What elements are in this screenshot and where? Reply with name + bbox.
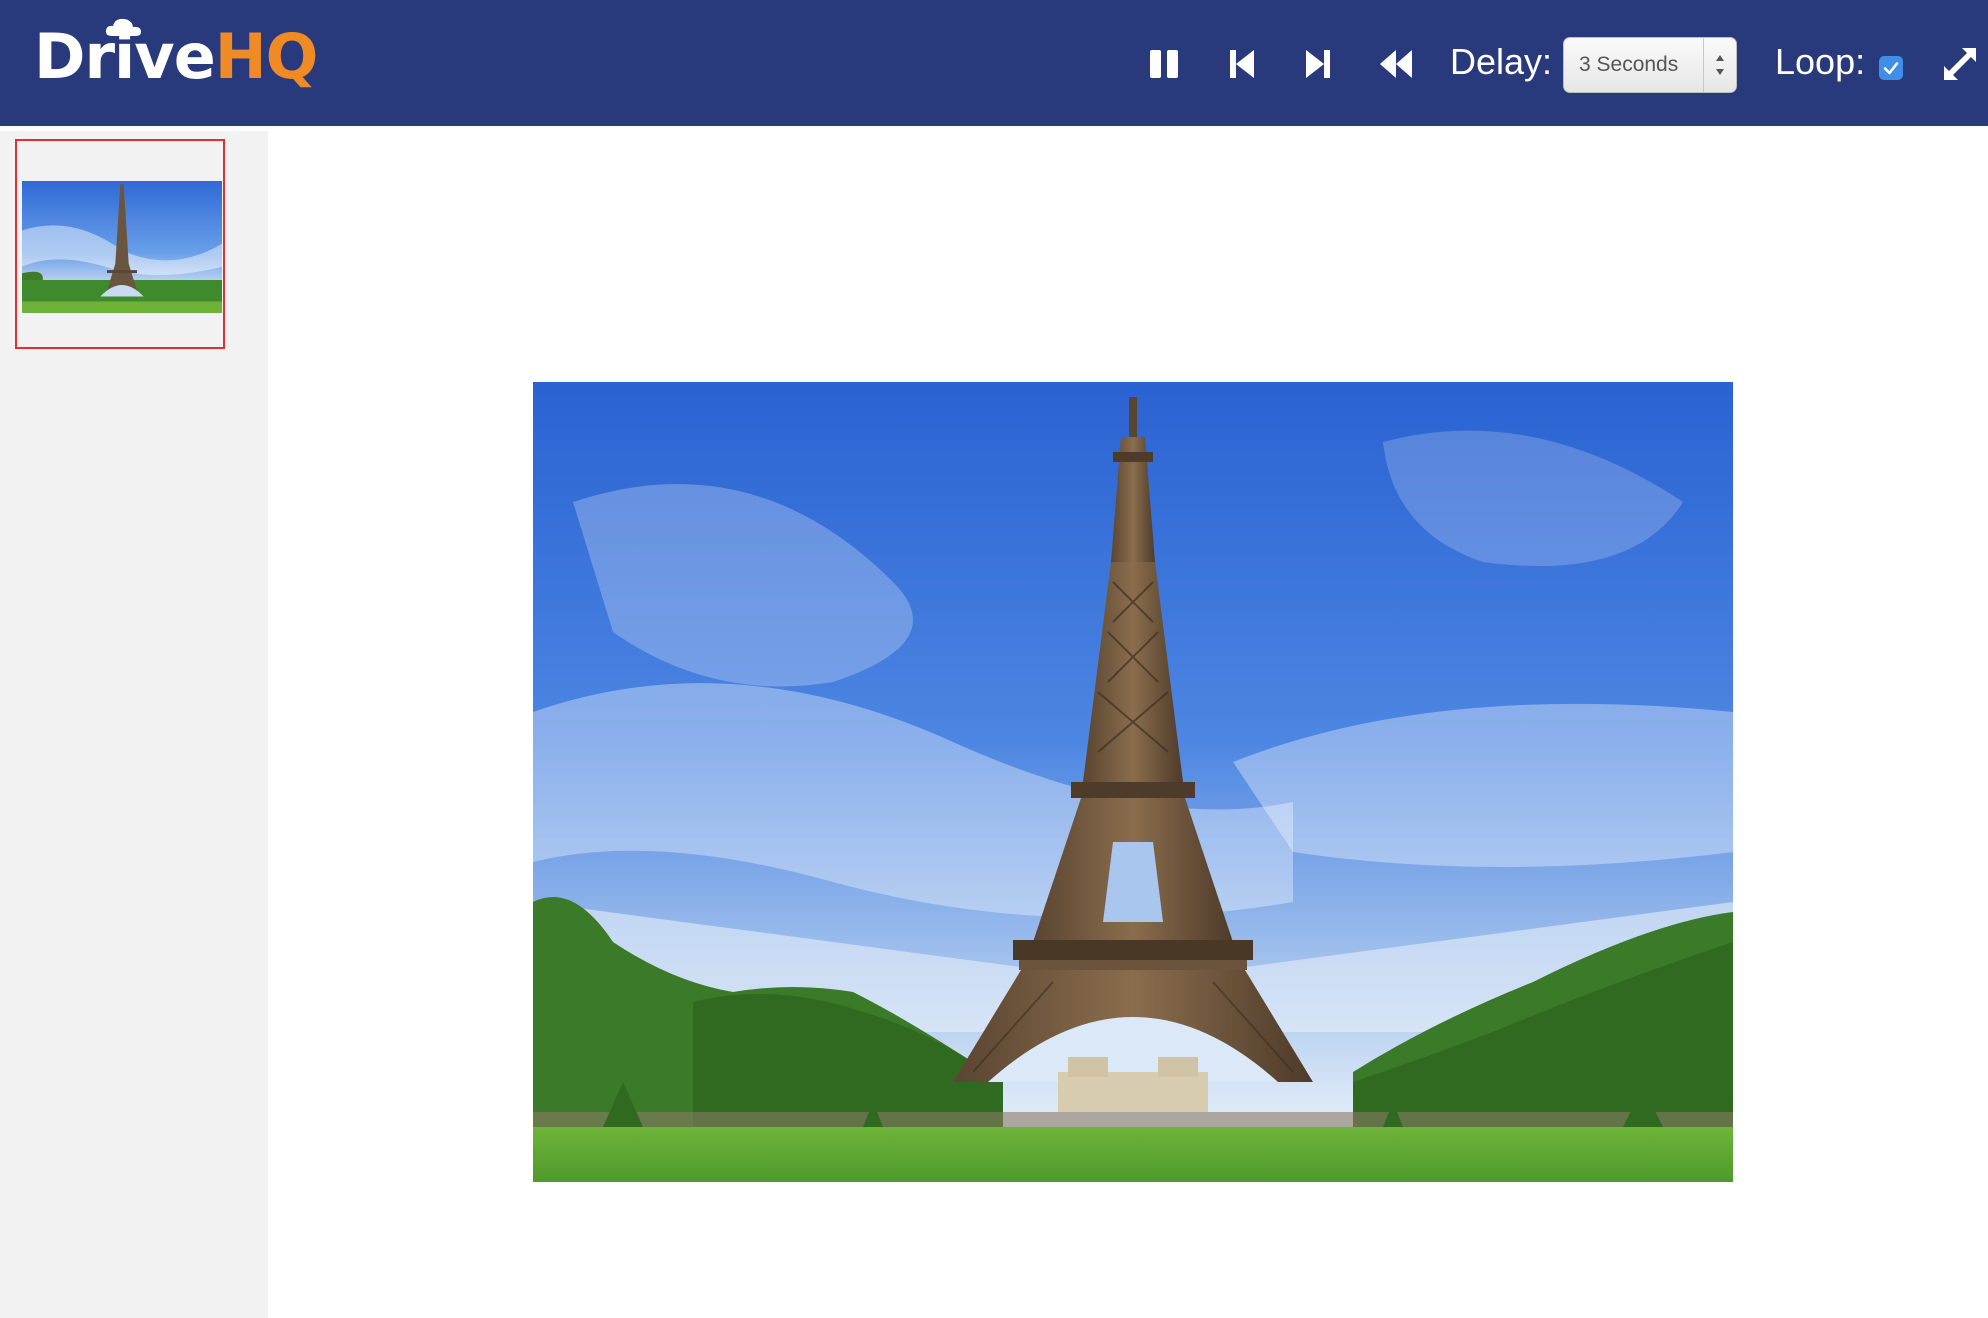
thumbnail-item-selected[interactable]: [15, 139, 225, 349]
eiffel-tower-thumbnail: [22, 181, 222, 313]
eiffel-tower-photo: [533, 382, 1733, 1182]
pause-button[interactable]: [1146, 44, 1186, 84]
loop-checkbox[interactable]: [1879, 56, 1903, 80]
select-arrows-icon: [1703, 38, 1736, 92]
skip-first-icon: [1230, 50, 1254, 78]
fullscreen-button[interactable]: [1940, 44, 1980, 84]
first-slide-button[interactable]: [1224, 44, 1264, 84]
fullscreen-icon: [1944, 48, 1976, 80]
thumbnail-sidebar: [0, 131, 268, 1318]
top-bar: DriveHQ Delay: 3 Seconds Loop:: [0, 0, 1988, 126]
checkmark-icon: [1883, 62, 1899, 75]
delay-select[interactable]: 3 Seconds: [1563, 37, 1737, 93]
delay-select-value: 3 Seconds: [1579, 53, 1679, 76]
slideshow-controls: Delay: 3 Seconds Loop:: [0, 0, 1988, 126]
rewind-button[interactable]: [1376, 44, 1416, 84]
skip-next-icon: [1306, 50, 1330, 78]
rewind-icon: [1380, 50, 1412, 78]
next-slide-button[interactable]: [1300, 44, 1340, 84]
delay-label: Delay:: [1450, 41, 1553, 82]
pause-icon: [1150, 50, 1178, 78]
loop-label: Loop:: [1775, 41, 1866, 82]
